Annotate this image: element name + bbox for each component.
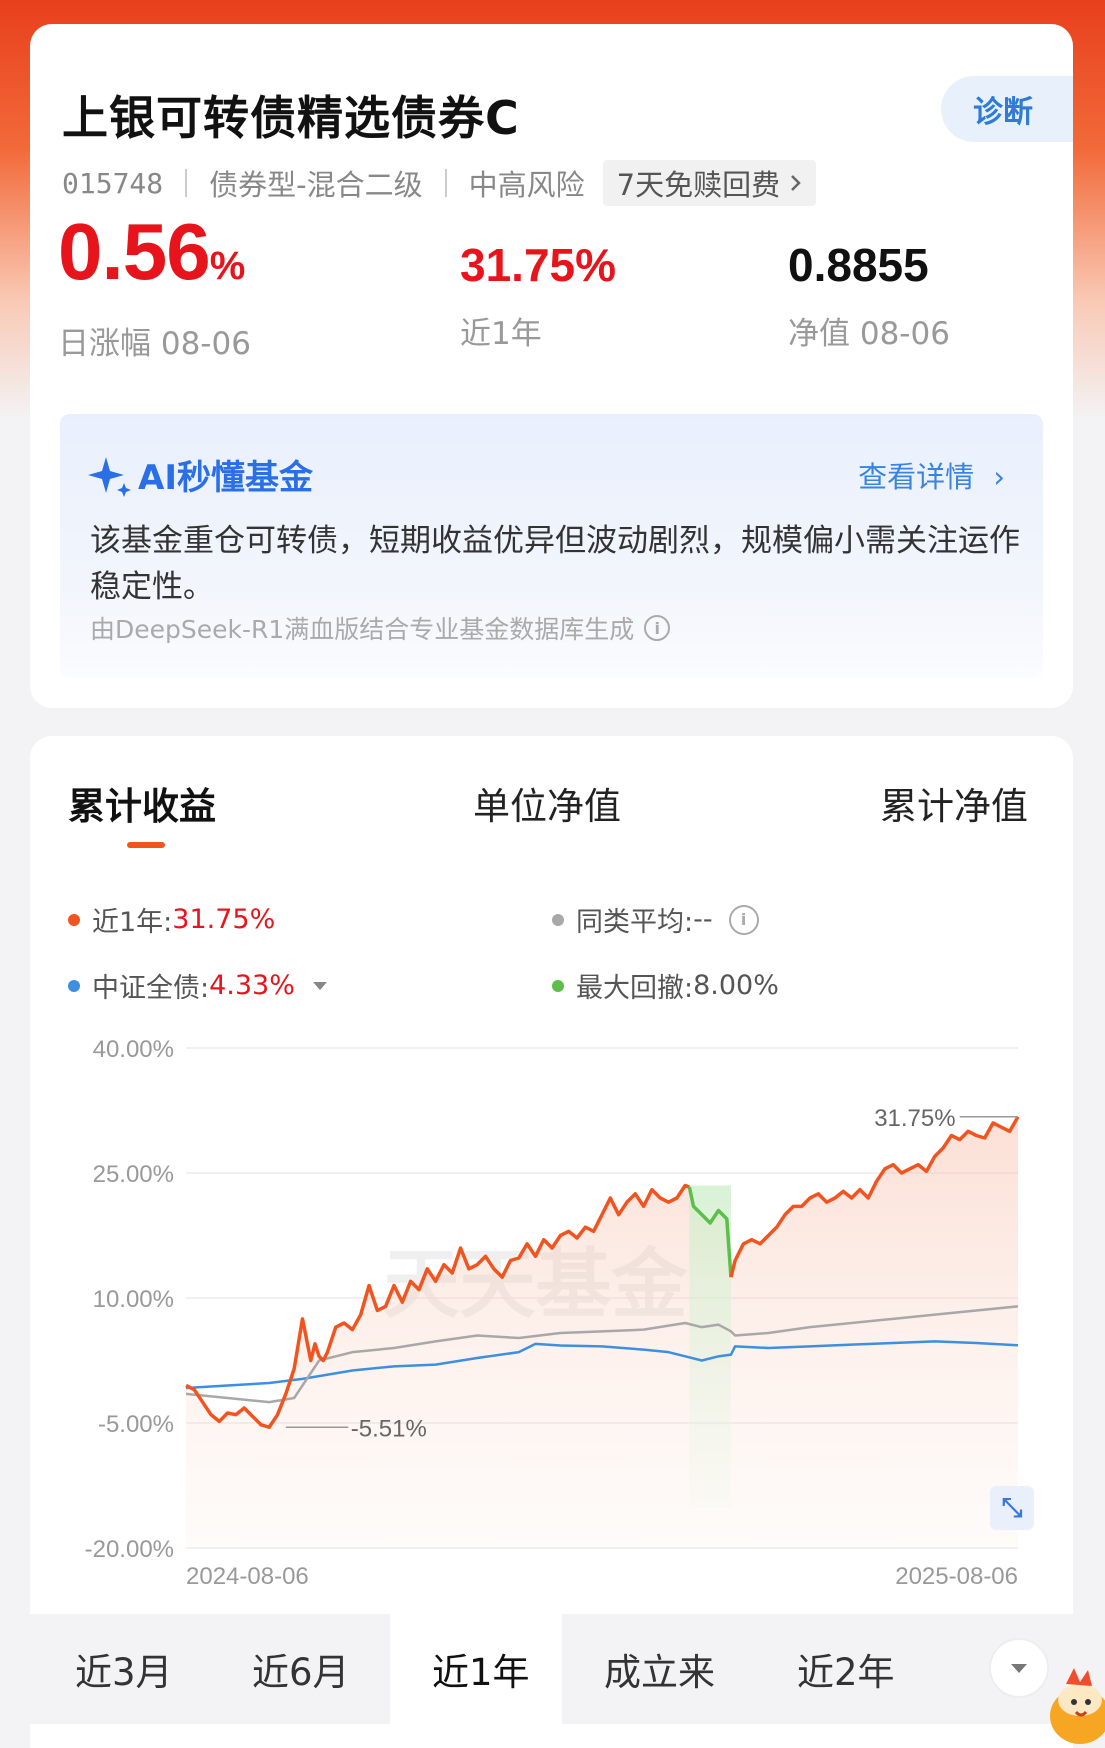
fund-name: 上银可转债精选债券C <box>62 91 520 145</box>
divider <box>444 169 447 197</box>
chevron-right-icon <box>791 175 801 191</box>
drawdown-band <box>689 1185 731 1508</box>
x-end-label: 2025-08-06 <box>895 1563 1018 1590</box>
redeem-fee-tag[interactable]: 7天免赎回费 <box>602 160 817 206</box>
y-tick-label: 25.00% <box>93 1161 174 1188</box>
min-return-annotation: -5.51% <box>351 1415 427 1442</box>
ai-summary-text: 该基金重仓可转债，短期收益优异但波动剧烈，规模偏小需关注运作稳定性。 <box>90 523 1020 605</box>
period-6m[interactable]: 近6月 <box>252 1642 350 1696</box>
y-tick-label: -5.00% <box>98 1411 174 1438</box>
daily-change-label: 日涨幅 08-06 <box>58 326 251 362</box>
return-chart[interactable]: 40.00%25.00%10.00%-5.00%-20.00%天天基金31.75… <box>30 736 1073 1616</box>
period-since-inception[interactable]: 成立来 <box>604 1642 715 1696</box>
sparkle-icon <box>88 456 131 497</box>
ai-title: AI秒懂基金 <box>88 450 313 499</box>
divider <box>185 169 188 197</box>
y-tick-label: 40.00% <box>93 1036 174 1063</box>
y-tick-label: -20.00% <box>85 1536 174 1563</box>
risk-level: 中高风险 <box>468 168 585 202</box>
fund-meta-row: 015748 债券型-混合二级 中高风险 7天免赎回费 <box>62 160 817 206</box>
one-year-label: 近1年 <box>460 316 542 352</box>
performance-card: 累计收益 单位净值 累计净值 近1年: 31.75% 同类平均: -- i 中证… <box>30 736 1073 1748</box>
y-tick-label: 10.00% <box>93 1286 174 1313</box>
ai-view-details-link[interactable]: 查看详情 › <box>858 454 1005 496</box>
redeem-fee-label: 7天免赎回费 <box>616 168 781 202</box>
fund-code: 015748 <box>62 166 164 200</box>
ai-summary-box[interactable]: AI秒懂基金 查看详情 › 该基金重仓可转债，短期收益优异但波动剧烈，规模偏小需… <box>60 414 1043 678</box>
fund-summary-card: 上银可转债精选债券C 诊断 015748 债券型-混合二级 中高风险 7天免赎回… <box>30 24 1073 708</box>
one-year-value: 31.75% <box>460 239 617 291</box>
ai-footnote: 由DeepSeek-R1满血版结合专业基金数据库生成 i <box>90 610 671 646</box>
chevron-down-icon <box>1011 1663 1027 1673</box>
nav-value: 0.8855 <box>788 239 929 291</box>
period-selector: 近3月 近6月 近1年 成立来 近2年 <box>0 1614 1105 1724</box>
diagnose-button[interactable]: 诊断 <box>941 76 1073 142</box>
period-2y[interactable]: 近2年 <box>797 1642 895 1696</box>
ai-title-text: AI秒懂基金 <box>138 458 313 498</box>
fund-category: 债券型-混合二级 <box>209 168 423 202</box>
daily-change-stat: 0.56% 日涨幅 08-06 <box>58 212 251 363</box>
info-icon[interactable]: i <box>644 615 671 641</box>
ai-view-details-label: 查看详情 <box>858 460 975 494</box>
nav-stat: 0.8855 净值 08-06 <box>788 240 950 353</box>
expand-icon[interactable]: ⤡ <box>990 1486 1034 1530</box>
max-return-annotation: 31.75% <box>874 1105 955 1132</box>
nav-label: 净值 08-06 <box>788 316 950 352</box>
ai-footnote-text: 由DeepSeek-R1满血版结合专业基金数据库生成 <box>90 615 635 644</box>
period-1y[interactable]: 近1年 <box>432 1642 530 1696</box>
chevron-right-icon: › <box>993 460 1005 494</box>
x-start-label: 2024-08-06 <box>186 1563 309 1590</box>
period-3m[interactable]: 近3月 <box>75 1642 173 1696</box>
daily-change-value: 0.56% <box>58 207 245 296</box>
mascot-icon[interactable] <box>1040 1660 1105 1748</box>
one-year-stat: 31.75% 近1年 <box>460 240 616 353</box>
